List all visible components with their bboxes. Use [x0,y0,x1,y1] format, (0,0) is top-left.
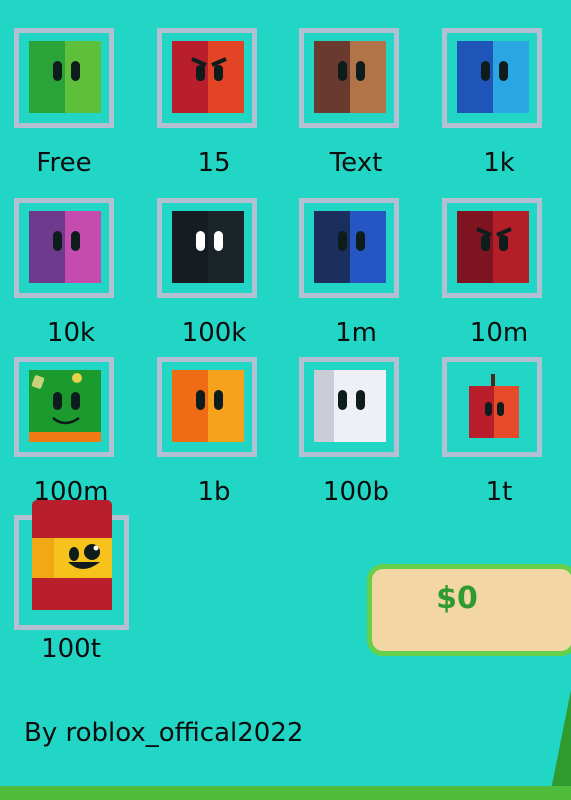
shop-slot-1m[interactable] [299,198,399,298]
price-label-15: 15 [197,148,231,178]
shop-slot-100t[interactable] [14,500,129,630]
angry-red-block-skin-icon [172,41,244,113]
ground-strip [0,786,571,800]
smiling-green-grass-block-skin-icon [29,370,101,442]
price-label-text: Text [329,148,383,178]
balance-amount: $0 [436,581,478,616]
price-label-100t: 100t [41,634,101,664]
shop-slot-text[interactable] [299,28,399,128]
price-label-100b: 100b [322,477,390,507]
balance-display: $0 [367,564,571,656]
blue-block-skin-icon [457,41,529,113]
orange-block-skin-icon [172,370,244,442]
navy-block-skin-icon [314,211,386,283]
shop-slot-100k[interactable] [157,198,257,298]
black-block-skin-icon [172,211,244,283]
price-label-100k: 100k [181,318,247,348]
green-block-skin-icon [29,41,101,113]
white-block-skin-icon [314,370,386,442]
price-label-10m: 10m [469,318,529,348]
price-label-free: Free [36,148,92,178]
shop-slot-1b[interactable] [157,357,257,457]
price-label-1t: 1t [485,477,513,507]
shop-slot-1t[interactable] [442,357,542,457]
shop-slot-1k[interactable] [442,28,542,128]
shop-slot-free[interactable] [14,28,114,128]
shop-slot-10k[interactable] [14,198,114,298]
brown-block-skin-icon [314,41,386,113]
price-label-1b: 1b [197,477,231,507]
purple-block-skin-icon [29,211,101,283]
price-label-1m: 1m [335,318,377,348]
shop-slot-15[interactable] [157,28,257,128]
shop-slot-100b[interactable] [299,357,399,457]
creator-credit: By roblox_offical2022 [24,718,304,748]
apple-block-skin-icon [469,374,519,438]
price-label-1k: 1k [483,148,515,178]
price-label-10k: 10k [46,318,96,348]
shop-slot-100m[interactable] [14,357,114,457]
green-hill-decoration [549,690,571,800]
spanish-flag-block-skin-icon [32,500,112,610]
shop-slot-10m[interactable] [442,198,542,298]
angry-darkred-block-skin-icon [457,211,529,283]
